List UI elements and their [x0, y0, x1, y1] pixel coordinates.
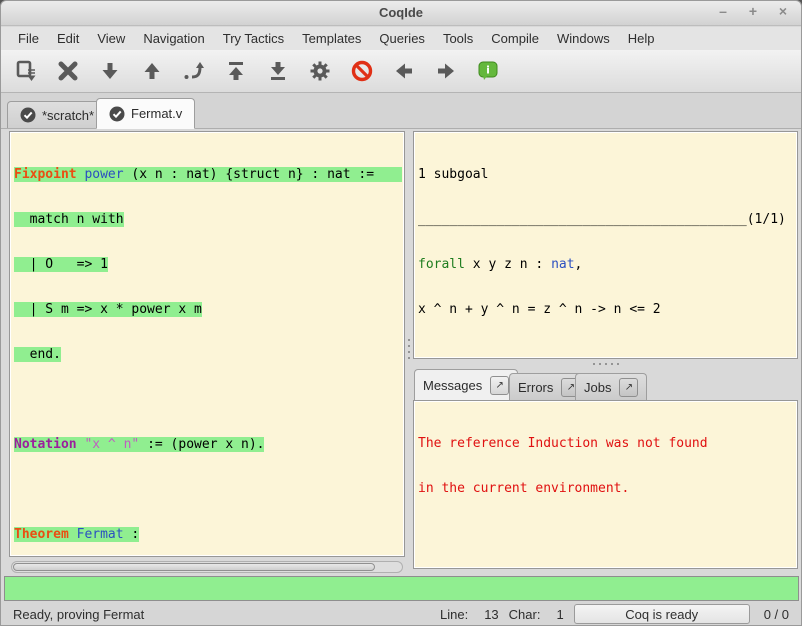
message-tab-bar: Messages ↗ Errors ↗ Jobs ↗	[413, 368, 798, 400]
menu-queries[interactable]: Queries	[370, 29, 434, 48]
menu-view[interactable]: View	[88, 29, 134, 48]
coq-state-indicator: Coq is ready	[574, 604, 750, 624]
go-to-end-button[interactable]	[263, 56, 293, 86]
tab-jobs[interactable]: Jobs ↗	[575, 373, 647, 400]
detach-button[interactable]: ↗	[490, 376, 509, 395]
menu-tools[interactable]: Tools	[434, 29, 482, 48]
close-button[interactable]: ×	[775, 3, 791, 19]
horizontal-splitter-handle[interactable]	[576, 360, 636, 367]
restart-button[interactable]	[221, 56, 251, 86]
checkmark-icon	[109, 106, 125, 122]
preferences-button[interactable]	[305, 56, 335, 86]
detach-button[interactable]: ↗	[619, 378, 638, 397]
tab-label: Jobs	[584, 380, 611, 395]
scrollbar-thumb[interactable]	[13, 563, 375, 571]
char-label: Char:	[509, 607, 541, 622]
menu-help[interactable]: Help	[619, 29, 664, 48]
menu-templates[interactable]: Templates	[293, 29, 370, 48]
about-icon: i	[476, 59, 500, 83]
document-tab-bar: *scratch* Fermat.v	[1, 93, 801, 129]
tab-label: *scratch*	[42, 108, 94, 123]
tab-messages[interactable]: Messages ↗	[414, 369, 518, 400]
messages-text: The reference Induction was not found in…	[414, 401, 797, 526]
tab-scratch[interactable]: *scratch*	[7, 101, 107, 128]
previous-button[interactable]	[389, 56, 419, 86]
main-area: Fixpoint power (x n : nat) {struct n} : …	[1, 129, 801, 575]
tab-label: Fermat.v	[131, 106, 182, 121]
jobs-count: 0 / 0	[764, 607, 789, 622]
gear-icon	[308, 59, 332, 83]
tab-label: Messages	[423, 378, 482, 393]
interrupt-icon	[350, 59, 374, 83]
tab-label: Errors	[518, 380, 553, 395]
go-to-end-icon	[266, 59, 290, 83]
tab-fermat[interactable]: Fermat.v	[96, 98, 195, 129]
go-forward-button[interactable]	[95, 56, 125, 86]
window-title: CoqIde	[1, 5, 801, 20]
about-button[interactable]: i	[473, 56, 503, 86]
menu-bar: File Edit View Navigation Try Tactics Te…	[1, 27, 801, 50]
goals-text: 1 subgoal ______________________________…	[414, 132, 797, 347]
go-back-button[interactable]	[137, 56, 167, 86]
left-arrow-icon	[392, 59, 416, 83]
svg-text:i: i	[486, 64, 490, 77]
menu-compile[interactable]: Compile	[482, 29, 548, 48]
menu-file[interactable]: File	[9, 29, 48, 48]
vertical-splitter-handle[interactable]	[405, 334, 412, 364]
maximize-button[interactable]: +	[745, 3, 761, 19]
go-to-cursor-icon	[182, 59, 206, 83]
save-icon	[14, 59, 38, 83]
line-label: Line:	[440, 607, 468, 622]
right-arrow-icon	[434, 59, 458, 83]
script-editor[interactable]: Fixpoint power (x n : nat) {struct n} : …	[9, 131, 405, 557]
menu-navigation[interactable]: Navigation	[134, 29, 213, 48]
checkmark-icon	[20, 107, 36, 123]
next-button[interactable]	[431, 56, 461, 86]
menu-try-tactics[interactable]: Try Tactics	[214, 29, 293, 48]
toolbar: i	[1, 50, 801, 93]
status-bar: Ready, proving Fermat Line: 13 Char: 1 C…	[1, 601, 801, 626]
stop-icon	[56, 59, 80, 83]
goals-panel: 1 subgoal ______________________________…	[413, 131, 798, 359]
progress-bar	[4, 576, 799, 601]
stop-button[interactable]	[53, 56, 83, 86]
char-value: 1	[556, 607, 563, 622]
go-to-start-icon	[224, 59, 248, 83]
messages-panel: The reference Induction was not found in…	[413, 400, 798, 569]
menu-edit[interactable]: Edit	[48, 29, 88, 48]
up-arrow-icon	[140, 59, 164, 83]
minimize-button[interactable]: –	[715, 3, 731, 19]
status-message: Ready, proving Fermat	[13, 607, 144, 622]
title-bar: CoqIde – + ×	[1, 1, 801, 26]
coqide-window: CoqIde – + × File Edit View Navigation T…	[0, 0, 802, 626]
script-text: Fixpoint power (x n : nat) {struct n} : …	[10, 132, 404, 557]
menu-windows[interactable]: Windows	[548, 29, 619, 48]
editor-horizontal-scrollbar[interactable]	[11, 561, 403, 573]
interrupt-button[interactable]	[347, 56, 377, 86]
save-button[interactable]	[11, 56, 41, 86]
go-to-cursor-button[interactable]	[179, 56, 209, 86]
line-value: 13	[484, 607, 498, 622]
down-arrow-icon	[98, 59, 122, 83]
